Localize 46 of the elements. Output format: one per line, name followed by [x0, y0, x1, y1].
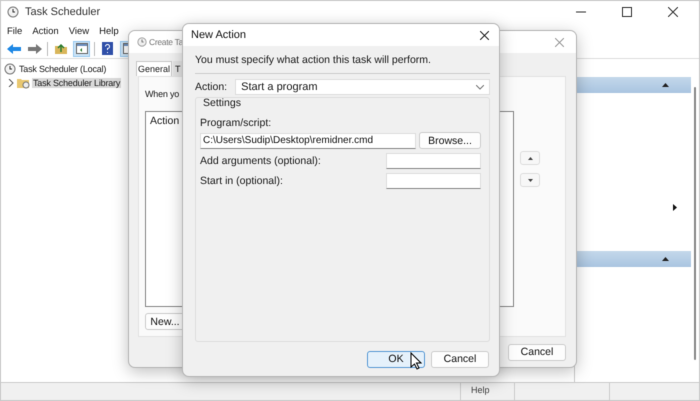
window-title: Task Scheduler — [25, 6, 100, 18]
down-triangle-icon — [528, 178, 532, 182]
tree-item[interactable]: Task Scheduler Library — [32, 78, 122, 88]
close-icon[interactable] — [668, 7, 678, 17]
field-label: Add arguments (optional): — [200, 155, 321, 167]
pane-text: Help — [471, 385, 490, 395]
instruction-text: You must specify what action this task will perform. — [195, 54, 490, 74]
cancel-button[interactable]: Cancel — [508, 344, 566, 360]
new-button[interactable]: New... — [145, 313, 185, 330]
chevron-right-icon[interactable] — [8, 78, 14, 86]
caret-icon — [476, 84, 484, 90]
collapse-triangle-icon[interactable] — [662, 83, 669, 87]
action-dropdown[interactable]: Start a program — [235, 79, 490, 95]
move-up-button[interactable] — [520, 151, 540, 165]
intro-text: When yo — [145, 89, 180, 99]
clock-icon — [7, 6, 19, 18]
tab[interactable]: General — [136, 61, 172, 76]
menu-item[interactable]: Help — [99, 26, 119, 36]
column-header: Action — [150, 115, 180, 127]
cancel-button[interactable]: Cancel — [431, 350, 489, 368]
input-field[interactable] — [386, 153, 481, 169]
action-label: Action: — [195, 81, 228, 93]
console-pane-icon[interactable] — [73, 40, 90, 56]
input-field[interactable] — [386, 173, 481, 189]
help-icon[interactable] — [99, 40, 116, 56]
menu-item[interactable]: View — [68, 26, 90, 36]
close-icon[interactable] — [480, 30, 489, 40]
group-label: Settings — [203, 97, 242, 109]
maximize-icon[interactable] — [622, 7, 632, 17]
folder-clock-icon — [16, 76, 30, 88]
dialog-title: New Action — [191, 29, 246, 41]
mouse-cursor-icon — [410, 352, 422, 370]
collapse-triangle-icon[interactable] — [662, 257, 669, 262]
clock-icon — [4, 62, 16, 74]
submenu-arrow-icon — [673, 204, 677, 211]
field-label: Program/script: — [200, 117, 272, 129]
ok-button[interactable]: OK — [367, 350, 425, 368]
clock-icon — [137, 37, 147, 47]
move-down-button[interactable] — [520, 173, 540, 187]
browse-button[interactable]: Browse... — [419, 132, 481, 149]
menu-item[interactable]: Action — [32, 26, 59, 36]
field-label: Start in (optional): — [200, 175, 283, 187]
input-field[interactable]: C:\Users\Sudip\Desktop\remidner.cmd — [200, 132, 416, 148]
up-triangle-icon — [528, 156, 532, 160]
tree-item[interactable]: Task Scheduler (Local) — [18, 64, 108, 74]
menu-item[interactable]: File — [7, 26, 22, 36]
